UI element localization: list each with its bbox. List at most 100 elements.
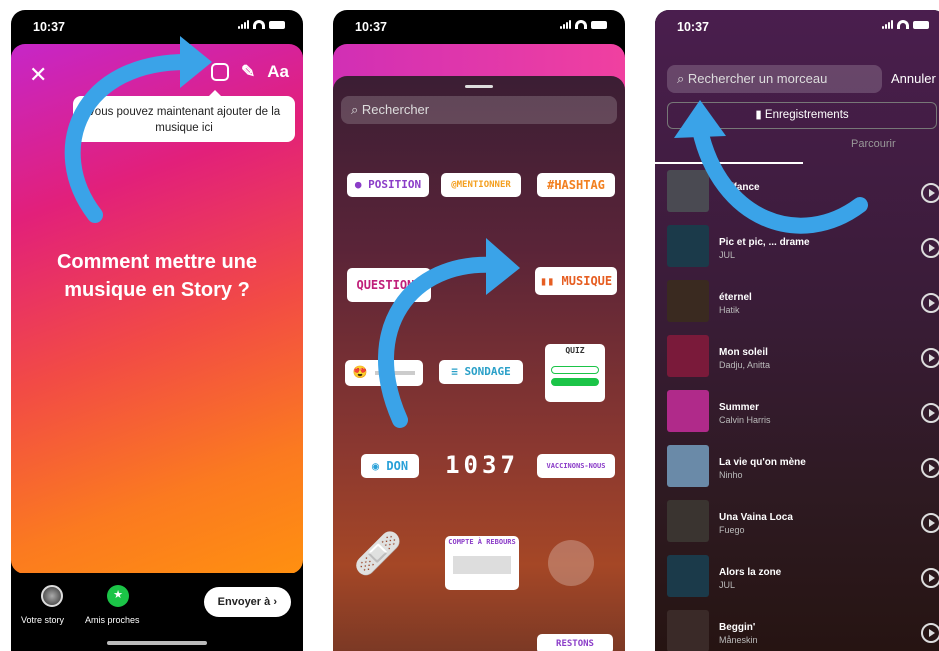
play-icon[interactable] — [921, 403, 939, 423]
song-title: Alors la zone — [719, 567, 782, 578]
play-icon[interactable] — [921, 513, 939, 533]
wifi-icon — [897, 20, 909, 29]
sticker-clock[interactable]: 1037 — [441, 450, 523, 480]
page-title: Comment mettre une musique en Story ? — [56, 251, 258, 301]
song-title: Una Vaina Loca — [719, 512, 793, 523]
sticker-mention[interactable]: @MENTIONNER — [441, 173, 521, 197]
album-cover — [667, 500, 709, 542]
song-row[interactable]: Beggin' Måneskin — [667, 610, 939, 651]
draw-icon[interactable]: ✎ — [241, 62, 255, 82]
song-title: Beggin' — [719, 622, 756, 633]
sticker-picker-screen: 10:37 ⌕ Rechercher ● POSITION @MENTIONNE… — [333, 10, 625, 651]
clock: 10:37 — [355, 20, 387, 34]
wifi-icon — [253, 20, 265, 29]
status-bar: 10:37 — [655, 10, 939, 44]
clock: 10:37 — [33, 20, 65, 34]
signal-icon — [238, 20, 249, 29]
song-artist: Fuego — [719, 525, 745, 535]
status-bar: 10:37 — [11, 10, 303, 44]
song-title: ...iffance — [719, 182, 760, 193]
saved-button[interactable]: ▮ Enregistrements — [667, 102, 937, 129]
song-list: ...iffance Pic et pic, ... drame JUL éte… — [667, 170, 939, 651]
close-friends-star-icon[interactable]: ★ — [107, 585, 129, 607]
share-bar: ★ Votre story Amis proches Envoyer à › — [11, 573, 303, 651]
song-title: Summer — [719, 402, 760, 413]
cancel-button[interactable]: Annuler — [891, 71, 936, 86]
status-bar: 10:37 — [333, 10, 625, 44]
heart-eyes-emoji-icon: 😍 — [352, 365, 368, 379]
play-icon[interactable] — [921, 293, 939, 313]
sticker-hashtag[interactable]: #HASHTAG — [537, 173, 615, 197]
sticker-poll[interactable]: ≡ SONDAGE — [439, 360, 523, 384]
battery-icon — [591, 20, 607, 29]
your-story-label: Votre story — [21, 615, 65, 625]
sticker-position[interactable]: ● POSITION — [347, 173, 429, 197]
signal-icon — [882, 20, 893, 29]
battery-icon — [913, 20, 929, 29]
song-row[interactable]: Alors la zone JUL — [667, 555, 939, 610]
home-indicator — [107, 641, 207, 645]
camera-icon[interactable] — [548, 540, 594, 586]
music-search-screen: 10:37 ⌕ Rechercher un morceau Annuler ▮ … — [655, 10, 939, 651]
close-friends-label: Amis proches — [85, 615, 140, 625]
your-story-avatar[interactable] — [41, 585, 63, 607]
song-artist: JUL — [719, 580, 736, 590]
signal-icon — [560, 20, 571, 29]
sheet-handle[interactable] — [465, 85, 493, 88]
tab-browse[interactable]: Parcourir — [851, 138, 896, 150]
text-tool-button[interactable]: Aa — [267, 62, 289, 82]
sticker-questions[interactable]: QUESTIONS — [347, 268, 431, 302]
song-artist: Calvin Harris — [719, 415, 771, 425]
song-row[interactable]: ...iffance — [667, 170, 939, 225]
sticker-quiz[interactable]: QUIZ — [545, 344, 605, 402]
sticker-stay-home[interactable]: RESTONS — [537, 634, 613, 651]
album-cover — [667, 610, 709, 651]
song-artist: Hatik — [719, 305, 740, 315]
vaccine-bandage-sticker-icon[interactable]: 🩹 — [353, 530, 403, 577]
song-row[interactable]: éternel Hatik — [667, 280, 939, 335]
close-icon[interactable]: ✕ — [29, 62, 47, 88]
play-icon[interactable] — [921, 238, 939, 258]
song-artist: Måneskin — [719, 635, 758, 645]
album-cover — [667, 390, 709, 432]
album-cover — [667, 280, 709, 322]
wifi-icon — [575, 20, 587, 29]
song-row[interactable]: Mon soleil Dadju, Anitta — [667, 335, 939, 390]
album-cover — [667, 170, 709, 212]
play-icon[interactable] — [921, 348, 939, 368]
sticker-countdown[interactable]: COMPTE À REBOURS — [445, 536, 519, 590]
sticker-search-input[interactable]: ⌕ Rechercher — [341, 96, 617, 124]
tab-for-you[interactable] — [655, 152, 803, 164]
sticker-vaccine[interactable]: VACCINONS-NOUS — [537, 454, 615, 478]
sticker-music[interactable]: ▮▮ MUSIQUE — [535, 267, 617, 295]
song-title: Pic et pic, ... drame — [719, 237, 810, 248]
send-to-button[interactable]: Envoyer à › — [203, 587, 291, 617]
sticker-icon[interactable] — [211, 63, 230, 81]
album-cover — [667, 225, 709, 267]
sticker-donation[interactable]: ◉ DON — [361, 454, 419, 478]
play-icon[interactable] — [921, 623, 939, 643]
song-artist: JUL — [719, 250, 736, 260]
play-icon[interactable] — [921, 183, 939, 203]
song-artist: Ninho — [719, 470, 743, 480]
clock: 10:37 — [677, 20, 709, 34]
song-search-input[interactable]: ⌕ Rechercher un morceau — [667, 65, 882, 93]
album-cover — [667, 555, 709, 597]
play-icon[interactable] — [921, 568, 939, 588]
song-row[interactable]: Summer Calvin Harris — [667, 390, 939, 445]
song-title: Mon soleil — [719, 347, 768, 358]
song-row[interactable]: Una Vaina Loca Fuego — [667, 500, 939, 555]
song-row[interactable]: Pic et pic, ... drame JUL — [667, 225, 939, 280]
album-cover — [667, 445, 709, 487]
story-editor-screen: 10:37 ✕ ✎ Aa Vous pouvez maintenant ajou… — [11, 10, 303, 651]
music-tooltip: Vous pouvez maintenant ajouter de la mus… — [73, 90, 295, 142]
song-row[interactable]: La vie qu'on mène Ninho — [667, 445, 939, 500]
bookmark-icon: ▮ — [755, 109, 762, 121]
album-cover — [667, 335, 709, 377]
play-icon[interactable] — [921, 458, 939, 478]
battery-icon — [269, 20, 285, 29]
song-title: éternel — [719, 292, 752, 303]
song-artist: Dadju, Anitta — [719, 360, 771, 370]
song-title: La vie qu'on mène — [719, 457, 806, 468]
sticker-emoji-slider[interactable]: 😍 — [345, 360, 423, 386]
